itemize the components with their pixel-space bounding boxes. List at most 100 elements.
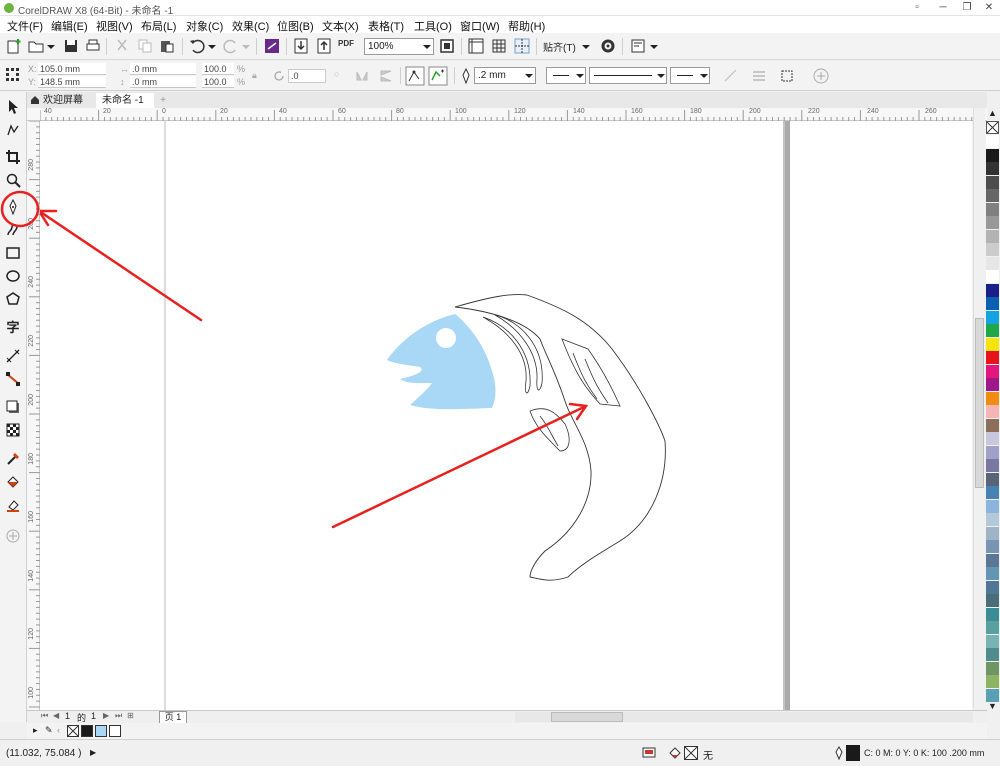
palette-swatch[interactable] xyxy=(986,243,999,256)
palette-swatch[interactable] xyxy=(986,148,999,162)
interactive-fill-tool-icon[interactable] xyxy=(5,474,21,490)
cut-icon[interactable] xyxy=(113,37,131,55)
rectangle-tool-icon[interactable] xyxy=(5,245,21,261)
x-position-field[interactable]: 105.0 mm xyxy=(38,63,106,75)
palette-swatch[interactable] xyxy=(986,648,999,661)
menu-text[interactable]: 文本(X) xyxy=(322,18,359,34)
outline-pen-icon[interactable] xyxy=(460,68,472,84)
undo-dropdown-arrow[interactable] xyxy=(208,45,216,49)
smart-fill-tool-icon[interactable] xyxy=(5,497,21,513)
color-proof-icon[interactable] xyxy=(642,746,656,760)
shape-tool-icon[interactable] xyxy=(5,122,21,138)
options-gear-icon[interactable] xyxy=(599,37,617,55)
horizontal-scrollbar[interactable] xyxy=(515,712,973,722)
crop-tool-icon[interactable] xyxy=(5,149,21,165)
drawing-canvas[interactable] xyxy=(40,121,972,710)
width-field[interactable]: .0 mm xyxy=(130,63,196,75)
y-position-field[interactable]: 148.5 mm xyxy=(38,76,106,88)
palette-swatch[interactable] xyxy=(986,499,999,513)
start-arrowhead-dropdown[interactable] xyxy=(546,67,586,84)
redo-dropdown-arrow[interactable] xyxy=(242,45,250,49)
status-expand-icon[interactable]: ▶ xyxy=(90,748,96,757)
end-arrowhead-dropdown[interactable] xyxy=(670,67,710,84)
palette-swatch[interactable] xyxy=(986,675,999,688)
palette-swatch[interactable] xyxy=(986,256,999,270)
new-tab-icon[interactable]: + xyxy=(156,93,170,108)
menu-view[interactable]: 视图(V) xyxy=(96,18,133,34)
palette-swatch[interactable] xyxy=(986,378,999,391)
palette-swatch[interactable] xyxy=(986,540,999,553)
menu-table[interactable]: 表格(T) xyxy=(368,18,404,34)
doc-swatch-black[interactable] xyxy=(81,725,93,737)
menu-bitmaps[interactable]: 位图(B) xyxy=(277,18,314,34)
palette-swatch[interactable] xyxy=(986,135,999,148)
parallel-dimension-tool-icon[interactable] xyxy=(5,348,21,364)
horizontal-ruler[interactable]: 40 20 0 20 40 60 80 100 120 140 160 180 … xyxy=(27,108,987,121)
save-icon[interactable] xyxy=(62,37,80,55)
eyedropper-small-icon[interactable]: ✎ xyxy=(45,725,53,736)
convert-to-curves-icon[interactable] xyxy=(405,66,425,86)
palette-swatch[interactable] xyxy=(986,634,999,648)
open-folder-icon[interactable] xyxy=(27,37,45,55)
palette-swatch[interactable] xyxy=(986,351,999,364)
palette-swatch[interactable] xyxy=(986,297,999,310)
polygon-tool-icon[interactable] xyxy=(5,291,21,307)
tab-document[interactable]: 未命名 -1 xyxy=(96,93,154,108)
palette-scroll-up-icon[interactable]: ▲ xyxy=(985,108,1000,120)
palette-swatch[interactable] xyxy=(986,364,999,378)
application-launcher-icon[interactable] xyxy=(629,37,647,55)
line-style-dropdown[interactable] xyxy=(589,67,667,84)
pick-tool-icon[interactable] xyxy=(5,99,21,115)
height-field[interactable]: .0 mm xyxy=(130,76,196,88)
new-document-icon[interactable] xyxy=(5,37,23,55)
show-guidelines-icon[interactable] xyxy=(513,37,531,55)
previous-page-icon[interactable]: ◀ xyxy=(53,711,59,720)
palette-swatch[interactable] xyxy=(986,472,999,486)
outline-width-dropdown-arrow[interactable] xyxy=(525,74,533,78)
doc-swatch-none[interactable] xyxy=(67,725,79,737)
import-icon[interactable] xyxy=(292,37,310,55)
outline-width-dropdown[interactable]: .2 mm xyxy=(474,67,536,84)
palette-swatch[interactable] xyxy=(986,580,999,594)
palette-left-icon[interactable]: ‹ xyxy=(57,725,60,735)
palette-swatch[interactable] xyxy=(986,418,999,432)
palette-swatch[interactable] xyxy=(986,553,999,567)
palette-swatch[interactable] xyxy=(986,391,999,405)
no-color-swatch[interactable] xyxy=(986,121,999,134)
show-rulers-icon[interactable] xyxy=(467,37,485,55)
scale-x-field[interactable]: 100.0 xyxy=(202,63,234,75)
menu-effects[interactable]: 效果(C) xyxy=(232,18,269,34)
tab-welcome-screen[interactable]: 欢迎屏幕 xyxy=(27,93,95,108)
minimize-button[interactable]: ─ xyxy=(932,0,954,16)
palette-swatch[interactable] xyxy=(986,216,999,229)
palette-swatch[interactable] xyxy=(986,432,999,445)
menu-edit[interactable]: 编辑(E) xyxy=(51,18,88,34)
palette-swatch[interactable] xyxy=(986,513,999,526)
text-tool-icon[interactable]: 字 xyxy=(5,320,21,336)
fish-head-shape[interactable] xyxy=(387,314,496,410)
palette-swatch[interactable] xyxy=(986,486,999,499)
palette-swatch[interactable] xyxy=(986,594,999,607)
snap-dropdown-arrow[interactable] xyxy=(582,45,590,49)
palette-swatch[interactable] xyxy=(986,324,999,337)
paste-icon[interactable] xyxy=(158,37,176,55)
palette-menu-icon[interactable]: ▸ xyxy=(33,725,38,736)
add-tool-icon[interactable] xyxy=(5,528,21,544)
palette-swatch[interactable] xyxy=(986,459,999,472)
palette-swatch[interactable] xyxy=(986,202,999,216)
copy-icon[interactable] xyxy=(136,37,154,55)
redo-icon[interactable] xyxy=(222,37,240,55)
bounding-box-icon[interactable] xyxy=(778,67,796,85)
menu-tools[interactable]: 工具(O) xyxy=(414,18,452,34)
open-dropdown-arrow[interactable] xyxy=(47,45,55,49)
ellipse-tool-icon[interactable] xyxy=(5,268,21,284)
snap-to-button[interactable]: 贴齐(T) xyxy=(543,39,576,54)
mirror-vertical-icon[interactable] xyxy=(378,68,394,84)
eyedropper-tool-icon[interactable] xyxy=(5,451,21,467)
palette-swatch[interactable] xyxy=(986,337,999,351)
palette-swatch[interactable] xyxy=(986,526,999,540)
palette-swatch[interactable] xyxy=(986,621,999,634)
menu-window[interactable]: 窗口(W) xyxy=(460,18,500,34)
lock-ratio-icon[interactable]: 🔒︎ xyxy=(252,70,257,81)
print-icon[interactable] xyxy=(84,37,102,55)
